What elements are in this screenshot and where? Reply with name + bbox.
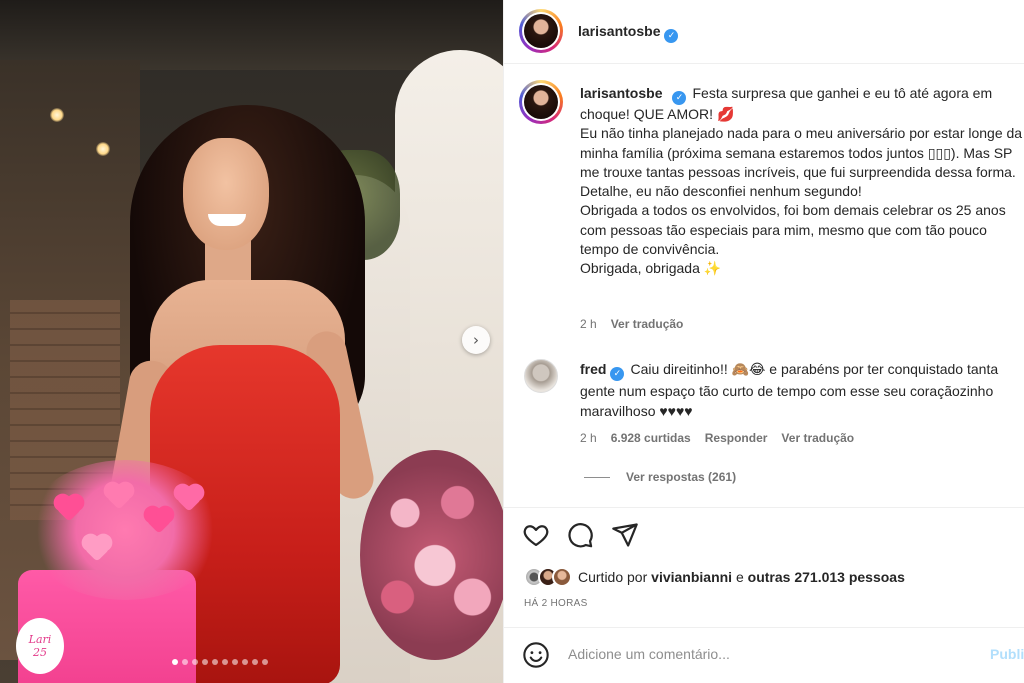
carousel-dot — [232, 659, 238, 665]
carousel-next-button[interactable]: › — [462, 326, 490, 354]
carousel-dot — [262, 659, 268, 665]
photo-cake-tag: Lari 25 — [16, 618, 64, 674]
likes-middle: e — [732, 569, 748, 585]
caption-see-translation[interactable]: Ver tradução — [611, 317, 684, 331]
heart-icon — [523, 525, 549, 547]
comment-likes[interactable]: 6.928 curtidas — [611, 431, 691, 445]
carousel-dot — [192, 659, 198, 665]
caption-avatar[interactable] — [519, 80, 563, 124]
avatar-image — [524, 85, 558, 119]
verified-badge-icon: ✓ — [610, 367, 625, 381]
carousel-dot — [212, 659, 218, 665]
post-photo: Lari 25 › — [0, 0, 503, 683]
emoji-icon — [523, 642, 549, 668]
chevron-right-icon: › — [473, 330, 479, 349]
carousel-dot — [172, 659, 178, 665]
likes-prefix: Curtido por — [578, 569, 652, 585]
comment-text: Caiu direitinho!! 🙈😂 e parabéns por ter … — [580, 361, 999, 419]
likes-summary: Curtido por vivianbianni e outras 271.01… — [524, 567, 905, 587]
carousel-dots — [172, 659, 268, 665]
comment-reply-button[interactable]: Responder — [705, 431, 768, 445]
liker-avatar[interactable] — [552, 567, 572, 587]
carousel-dot — [252, 659, 258, 665]
replies-line — [584, 476, 610, 478]
comment-box-divider — [504, 627, 1024, 628]
verified-badge-icon: ✓ — [672, 91, 687, 105]
comment-button[interactable] — [566, 521, 594, 549]
carousel-dot — [182, 659, 188, 665]
comment-username[interactable]: fred — [580, 361, 606, 377]
publish-button[interactable]: Publi — [990, 646, 1024, 662]
caption-username[interactable]: larisantosbe — [580, 85, 662, 101]
avatar[interactable] — [519, 9, 563, 53]
share-button[interactable] — [611, 521, 639, 549]
emoji-button[interactable] — [522, 641, 550, 669]
like-button[interactable] — [522, 521, 550, 549]
caption-text: Festa surpresa que ganhei e eu tô até ag… — [580, 85, 1023, 277]
comment-avatar[interactable] — [524, 359, 558, 393]
photo-woman-face — [183, 138, 269, 250]
comment-see-translation[interactable]: Ver tradução — [781, 431, 854, 445]
carousel-dot — [242, 659, 248, 665]
likes-user[interactable]: vivianbianni — [651, 569, 732, 585]
avatar-image — [524, 14, 558, 48]
actions-divider — [504, 507, 1024, 508]
photo-woman-smile — [208, 214, 246, 226]
carousel-dot — [222, 659, 228, 665]
verified-badge-icon: ✓ — [664, 29, 679, 43]
header-user: larisantosbe ✓ — [578, 23, 679, 43]
comment-input[interactable]: Adicione um comentário... — [568, 646, 730, 662]
comment-meta: 2 h 6.928 curtidas Responder Ver traduçã… — [580, 431, 854, 445]
caption-meta: 2 h Ver tradução — [580, 317, 683, 331]
comment: fred ✓ Caiu direitinho!! 🙈😂 e parabéns por… — [580, 359, 1020, 421]
post-timestamp: HÁ 2 HORAS — [524, 598, 588, 609]
likes-others[interactable]: outras 271.013 pessoas — [748, 569, 905, 585]
likes-text: Curtido por vivianbianni e outras 271.01… — [578, 569, 905, 585]
photo-flower-bouquet — [360, 450, 503, 660]
view-replies-button[interactable]: Ver respostas (261) — [584, 470, 736, 484]
caption-time: 2 h — [580, 317, 597, 331]
header-username[interactable]: larisantosbe — [578, 23, 660, 39]
comment-time: 2 h — [580, 431, 597, 445]
photo-lamp — [96, 142, 110, 156]
post-side-panel: larisantosbe ✓ larisantosbe ✓ Festa surpres… — [503, 0, 1024, 683]
post-header: larisantosbe ✓ — [504, 0, 1024, 64]
comment-icon — [568, 523, 593, 548]
caption: larisantosbe ✓ Festa surpresa que ganhei e… — [580, 84, 1024, 279]
photo-lamp — [50, 108, 64, 122]
share-icon — [612, 523, 638, 547]
carousel-dot — [202, 659, 208, 665]
view-replies-label: Ver respostas (261) — [626, 470, 737, 484]
